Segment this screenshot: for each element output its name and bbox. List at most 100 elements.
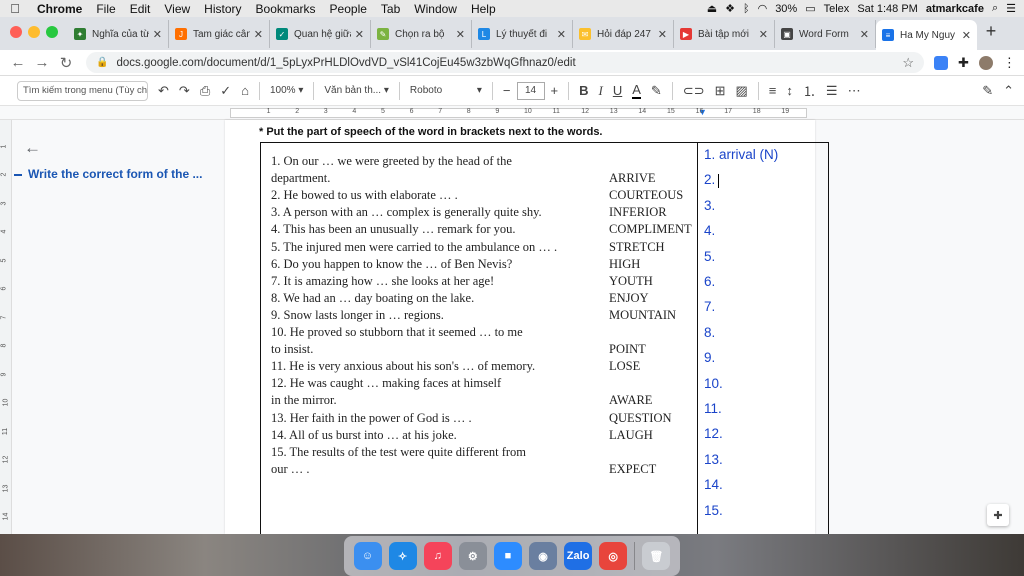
exercise-table[interactable]: 1. On our … we were greeted by the head … <box>260 142 829 535</box>
reload-icon[interactable]: ↻ <box>54 54 78 72</box>
answer-line[interactable]: 15. <box>704 503 723 518</box>
menu-window[interactable]: Window <box>407 2 464 16</box>
answer-text[interactable]: 12. <box>704 426 723 441</box>
undo-icon[interactable]: ↶ <box>158 83 169 99</box>
tab-0[interactable]: ✦ Nghĩa của từ ✕ <box>68 20 169 48</box>
outline-back-arrow-icon[interactable]: ← <box>24 138 41 158</box>
increase-font-icon[interactable]: + <box>551 83 559 98</box>
zoom-window-button[interactable] <box>46 26 58 38</box>
answer-line[interactable]: 8. <box>704 325 715 340</box>
tab-close-icon[interactable]: ✕ <box>759 28 768 41</box>
highlight-icon[interactable]: ✎ <box>651 83 662 99</box>
menu-chrome[interactable]: Chrome <box>30 2 89 16</box>
bookmark-star-icon[interactable]: ☆ <box>902 55 914 71</box>
close-window-button[interactable] <box>10 26 22 38</box>
tab-3[interactable]: ✎ Chọn ra bộ ✕ <box>371 20 472 48</box>
answer-line[interactable]: 2. <box>704 172 720 188</box>
answer-text[interactable]: 1. arrival (N) <box>704 147 778 162</box>
answer-line[interactable]: 12. <box>704 426 723 441</box>
print-icon[interactable]: ⎙ <box>200 83 210 99</box>
tab-2[interactable]: ✓ Quan hệ giữa ✕ <box>270 20 371 48</box>
italic-icon[interactable]: I <box>598 83 602 99</box>
document-page[interactable]: * Put the part of speech of the word in … <box>225 120 829 535</box>
tab-4[interactable]: L Lý thuyết đi ✕ <box>472 20 573 48</box>
more-icon[interactable]: ⋯ <box>848 83 861 99</box>
redo-icon[interactable]: ↷ <box>179 83 190 99</box>
menu-edit[interactable]: Edit <box>123 2 158 16</box>
bell-icon[interactable]: ⏏ <box>707 2 717 15</box>
decrease-font-icon[interactable]: − <box>503 83 511 98</box>
zoom-select[interactable]: 100% ▾ <box>270 85 303 96</box>
spellcheck-icon[interactable]: ✓ <box>220 83 231 99</box>
puzzle-icon[interactable]: ✚ <box>958 55 969 71</box>
dock-zalo-icon[interactable]: Zalo <box>564 542 593 570</box>
menu-tab[interactable]: Tab <box>374 2 407 16</box>
paint-format-icon[interactable]: ⌂ <box>241 83 249 98</box>
dock-safari-icon[interactable]: ✧ <box>388 542 417 570</box>
link-icon[interactable]: ⊂⊃ <box>683 83 705 99</box>
answer-text[interactable]: 11. <box>704 401 722 416</box>
dock-finder-icon[interactable]: ☺ <box>353 542 382 570</box>
answer-line[interactable]: 7. <box>704 299 715 314</box>
line-spacing-icon[interactable]: ↕ <box>786 83 793 98</box>
numbered-list-icon[interactable]: ⒈ <box>803 81 816 100</box>
search-menus-input[interactable]: Tìm kiếm trong menu (Tùy chọ <box>17 80 148 101</box>
tab-close-icon[interactable]: ✕ <box>456 28 465 41</box>
spotlight-icon[interactable]: ⌕ <box>992 2 998 15</box>
dock-messenger-icon[interactable]: ◉ <box>529 542 558 570</box>
url-text[interactable]: docs.google.com/document/d/1_5pLyxPrHLDl… <box>116 57 575 69</box>
align-icon[interactable]: ≡ <box>769 83 777 98</box>
input-method[interactable]: Telex <box>824 3 850 15</box>
wifi-icon[interactable]: ◠ <box>758 2 768 15</box>
apple-icon[interactable]:  <box>0 1 30 16</box>
dock-chrome-icon[interactable]: ◎ <box>599 542 628 570</box>
bullet-list-icon[interactable]: ☰ <box>826 83 838 99</box>
tab-close-icon[interactable]: ✕ <box>658 28 667 41</box>
comment-icon[interactable]: ⊞ <box>715 83 726 99</box>
answer-line[interactable]: 10. <box>704 376 723 391</box>
menu-view[interactable]: View <box>157 2 197 16</box>
battery-icon[interactable]: ▭ <box>805 2 815 15</box>
user-name[interactable]: atmarkcafe <box>926 3 984 15</box>
menu-bookmarks[interactable]: Bookmarks <box>249 2 323 16</box>
lock-icon[interactable]: 🔒 <box>96 57 108 68</box>
profile-avatar[interactable] <box>978 55 993 70</box>
answer-line[interactable]: 6. <box>704 274 715 289</box>
tab-7[interactable]: ▣ Word Form ✕ <box>775 20 876 48</box>
answer-text[interactable]: 14. <box>704 477 723 492</box>
answer-line[interactable]: 4. <box>704 223 715 238</box>
instruction-text[interactable]: * Put the part of speech of the word in … <box>259 126 603 138</box>
back-arrow-icon[interactable]: ← <box>6 54 30 71</box>
editing-mode-icon[interactable]: ✎ <box>982 83 993 99</box>
omnibox[interactable]: 🔒 docs.google.com/document/d/1_5pLyxPrHL… <box>86 52 924 73</box>
answer-text[interactable]: 7. <box>704 299 715 314</box>
answers-cell[interactable]: 1. arrival (N) 2. 3. 4. 5. 6. 7. 8. 9. 10. 11. 12. 1… <box>699 143 829 535</box>
control-center-icon[interactable]: ☰ <box>1006 2 1016 15</box>
answer-line[interactable]: 11. <box>704 401 722 416</box>
answer-text[interactable]: 5. <box>704 249 715 264</box>
menu-history[interactable]: History <box>197 2 248 16</box>
collapse-toolbar-icon[interactable]: ⌃ <box>1003 83 1014 99</box>
text-color-icon[interactable]: A <box>632 82 641 99</box>
tab-close-icon[interactable]: ✕ <box>557 28 566 41</box>
menu-people[interactable]: People <box>323 2 374 16</box>
dock-zoom-icon[interactable]: ■ <box>493 542 522 570</box>
answer-line[interactable]: 3. <box>704 198 715 213</box>
dock-trash-icon[interactable]: 🗑 <box>642 542 671 570</box>
answer-line[interactable]: 9. <box>704 350 715 365</box>
add-comment-button[interactable]: ✚ <box>987 504 1009 526</box>
tab-close-icon[interactable]: ✕ <box>153 28 162 41</box>
style-select[interactable]: Văn bản th... ▾ <box>324 85 389 96</box>
tab-6[interactable]: ▶ Bài tập mới ✕ <box>674 20 775 48</box>
underline-icon[interactable]: U <box>613 83 622 98</box>
bluetooth-icon[interactable]: ᛒ <box>743 3 750 15</box>
font-size-input[interactable]: 14 <box>516 81 545 100</box>
tab-8[interactable]: ≡ Ha My Nguy ✕ <box>876 20 977 50</box>
dock-music-icon[interactable]: ♫ <box>423 542 452 570</box>
answer-text[interactable]: 10. <box>704 376 723 391</box>
tab-close-icon[interactable]: ✕ <box>962 29 971 42</box>
extension-icon[interactable] <box>934 55 948 70</box>
answer-line[interactable]: 13. <box>704 452 723 467</box>
answer-text[interactable]: 9. <box>704 350 715 365</box>
answer-text[interactable]: 4. <box>704 223 715 238</box>
